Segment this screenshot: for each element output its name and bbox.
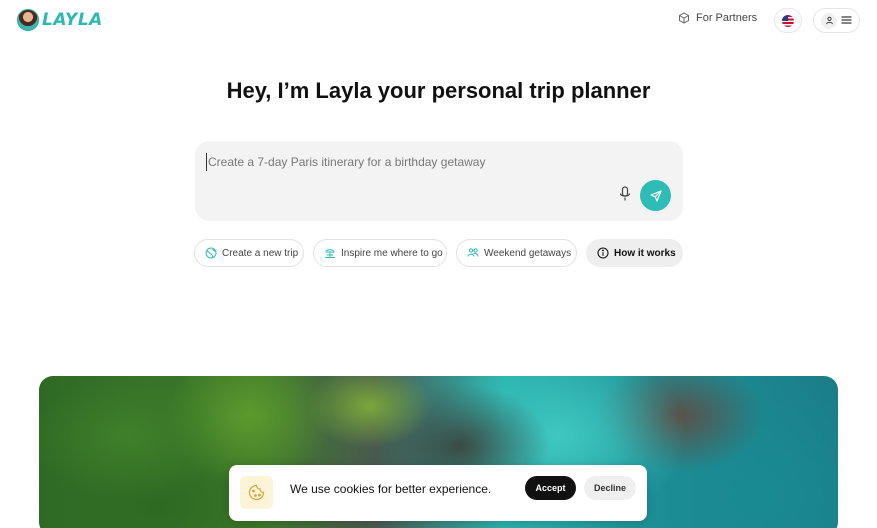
for-partners-label: For Partners — [696, 12, 758, 24]
chip-label: How it works — [614, 247, 676, 259]
user-icon — [825, 16, 833, 25]
people-icon — [467, 248, 479, 257]
chip-how-it-works[interactable]: How it works — [586, 239, 683, 267]
top-navbar: LAYLA For Partners — [0, 0, 877, 44]
chip-label: Inspire me where to go — [341, 247, 443, 259]
user-avatar — [821, 12, 837, 29]
language-selector-button[interactable] — [774, 8, 802, 33]
layla-avatar-icon — [17, 9, 39, 31]
chip-create-new-trip[interactable]: Create a new trip — [194, 239, 304, 267]
send-icon — [649, 189, 662, 202]
us-flag-icon — [782, 14, 794, 27]
globe-icon — [205, 247, 217, 259]
chip-inspire-me[interactable]: Inspire me where to go — [313, 239, 447, 267]
chip-weekend-getaways[interactable]: Weekend getaways — [456, 239, 577, 267]
trip-prompt-box — [195, 141, 683, 221]
decline-cookies-button[interactable]: Decline — [584, 476, 636, 500]
chip-label: Create a new trip — [222, 247, 299, 259]
chip-label: Weekend getaways — [484, 247, 572, 259]
cube-icon — [679, 12, 689, 24]
brand-name: LAYLA — [42, 10, 103, 30]
cookie-banner: We use cookies for better experience. Ac… — [229, 465, 647, 521]
page-title: Hey, I’m Layla your personal trip planne… — [226, 78, 651, 103]
cookie-message: We use cookies for better experience. — [290, 482, 492, 496]
microphone-icon[interactable] — [619, 186, 631, 202]
user-menu-button[interactable] — [813, 8, 860, 33]
accept-cookies-button[interactable]: Accept — [525, 476, 576, 500]
cookie-icon — [240, 476, 273, 509]
info-icon — [597, 247, 609, 259]
send-button[interactable] — [640, 180, 671, 211]
beach-icon — [325, 249, 335, 258]
hamburger-menu-icon — [841, 12, 852, 30]
trip-prompt-input[interactable] — [206, 153, 606, 171]
for-partners-link[interactable]: For Partners — [678, 12, 757, 24]
layla-logo[interactable]: LAYLA — [17, 9, 103, 31]
